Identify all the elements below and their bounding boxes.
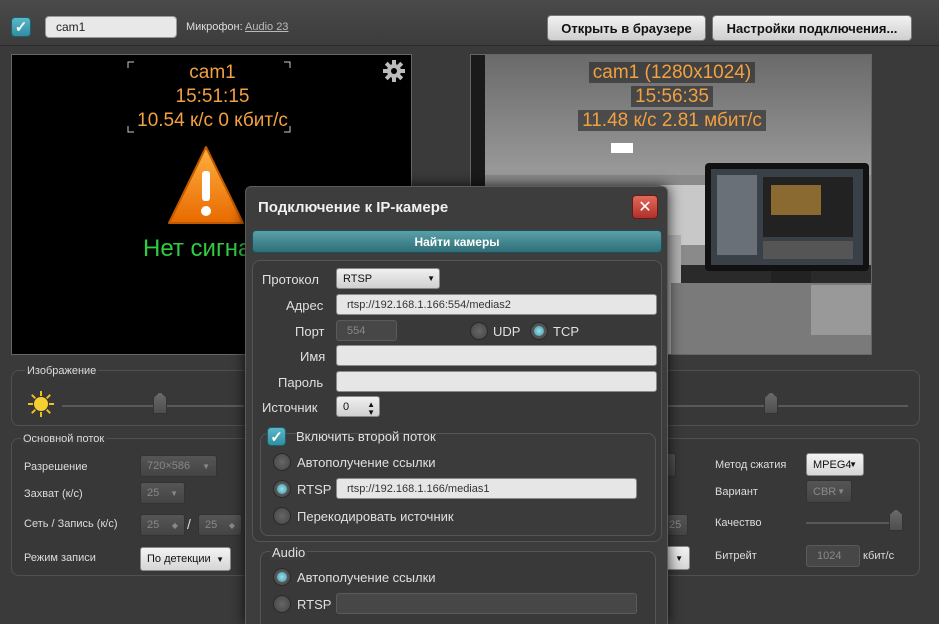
transcode-radio[interactable] [273,507,291,525]
rec-fps-spinner[interactable]: 25 ◆ [198,514,242,536]
chevron-down-icon: ▼ [675,553,683,563]
udp-label: UDP [493,324,521,339]
port-label: Порт [295,324,325,339]
warning-icon [165,143,247,229]
resolution-label: Разрешение [24,461,88,473]
password-label: Пароль [278,375,324,390]
capture-select[interactable]: 25 ▼ [140,482,185,504]
check-icon: ✓ [270,428,283,446]
variant-label: Вариант [715,486,758,498]
right-osd-time: 15:56:35 [570,85,774,109]
protocol-label: Протокол [262,272,319,287]
resolution-select[interactable]: 720×586 ▼ [140,455,217,477]
password-input[interactable] [336,371,657,392]
compression-label: Метод сжатия [715,459,787,471]
audio-auto-radio[interactable] [273,568,291,586]
auto-link-radio[interactable] [273,453,291,471]
quality-slider-track [806,522,902,524]
second-stream-label: Включить второй поток [296,429,436,444]
transcode-label: Перекодировать источник [297,509,454,524]
name-input[interactable] [336,345,657,366]
net-fps-spinner[interactable]: 25 ◆ [140,514,185,536]
address-label: Адрес [286,298,324,313]
spinner-icon: ◆ [228,520,235,530]
spinner-icon: ◆ [171,520,178,530]
compression-select[interactable]: MPEG4 ▼ [806,453,864,476]
tcp-label: TCP [553,324,579,339]
mic-link[interactable]: Audio 23 [245,21,288,33]
address-input[interactable]: rtsp://192.168.1.166:554/medias2 [336,294,657,315]
ip-camera-dialog: Подключение к IP-камере ✕ Найти камеры П… [245,186,668,624]
rtsp-input[interactable]: rtsp://192.168.1.166/medias1 [336,478,637,499]
main-stream-title: Основной поток [21,433,107,445]
chevron-down-icon: ▼ [837,487,845,496]
chevron-down-icon: ▼ [427,274,435,283]
gear-icon[interactable] [382,59,406,83]
right-osd-name: cam1 (1280x1024) [570,61,774,85]
chevron-down-icon: ▼ [170,488,178,498]
audio-rtsp-label: RTSP [297,597,332,612]
audio-title: Audio [270,545,308,560]
rec-mode-label: Режим записи [24,552,96,564]
name-label: Имя [300,349,326,364]
chevron-down-icon: ▼ [849,460,857,469]
close-icon[interactable]: ✕ [632,195,658,219]
port-input[interactable]: 554 [336,320,397,341]
left-osd-time: 15:51:15 [175,86,250,107]
image-section-title: Изображение [25,365,99,377]
net-rec-label: Сеть / Запись (к/с) [24,518,118,530]
bitrate-label: Битрейт [715,550,757,562]
source-spinner[interactable]: 0 ▲ ▼ [336,396,380,417]
auto-link-label: Автополучение ссылки [297,455,436,470]
camera-name-input[interactable]: cam1 [45,16,177,38]
connection-settings-button[interactable]: Настройки подключения... [712,15,912,41]
source-label: Источник [262,400,318,415]
camera-enabled-checkbox[interactable]: ✓ [11,17,31,37]
chevron-down-icon: ▼ [202,461,210,471]
check-icon: ✓ [14,19,28,36]
no-signal-text: Нет сигна [143,235,252,262]
left-osd-stats: 10.54 к/с 0 кбит/с [137,110,288,131]
variant-select[interactable]: CBR ▼ [806,480,852,503]
second-stream-checkbox[interactable]: ✓ [267,427,286,446]
right-osd-stats: 11.48 к/с 2.81 мбит/с [570,109,774,133]
rtsp-label: RTSP [297,482,332,497]
audio-rtsp-radio[interactable] [273,595,291,613]
contrast-slider-track [668,405,908,407]
capture-label: Захват (к/с) [24,488,83,500]
rtsp-radio[interactable] [273,480,291,498]
top-toolbar: ✓ cam1 Микрофон: Audio 23 Открыть в брау… [0,0,939,46]
open-in-browser-button[interactable]: Открыть в браузере [547,15,706,41]
tcp-radio[interactable] [530,322,548,340]
bitrate-input[interactable]: 1024 [806,545,860,567]
rec-mode-select[interactable]: По детекции ▼ [140,547,231,571]
udp-radio[interactable] [470,322,488,340]
find-cameras-button[interactable]: Найти камеры [252,230,662,253]
quality-label: Качество [715,517,762,529]
spinner-icon: ▲ ▼ [367,400,375,417]
sun-icon [27,390,55,418]
mic-label: Микрофон: [186,21,243,33]
protocol-select[interactable]: RTSP ▼ [336,268,440,289]
chevron-down-icon: ▼ [216,554,224,564]
audio-auto-label: Автополучение ссылки [297,570,436,585]
bitrate-unit: кбит/с [863,550,895,562]
net-rec-slash: / [187,516,191,532]
audio-rtsp-input[interactable] [336,593,637,614]
dialog-title: Подключение к IP-камере [258,199,449,216]
left-osd-name: cam1 [189,62,236,83]
